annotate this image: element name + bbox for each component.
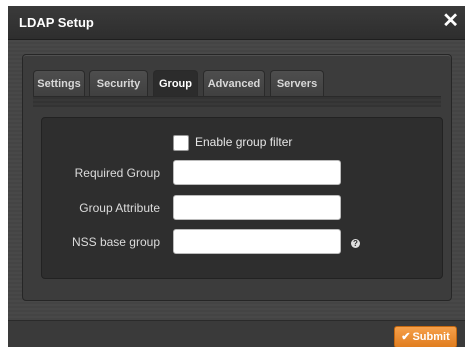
group-settings-pane: Enable group filter Required Group Group… [41, 117, 443, 279]
help-icon[interactable]: ? [351, 239, 360, 248]
tab-advanced[interactable]: Advanced [203, 70, 265, 96]
nss-base-group-label: NSS base group [71, 235, 160, 249]
tab-panel: Settings Security Group Advanced Servers… [22, 54, 452, 301]
dialog-body: Settings Security Group Advanced Servers… [8, 40, 465, 320]
close-icon[interactable]: ✕ [442, 10, 459, 32]
tab-divider [33, 96, 441, 107]
tab-servers[interactable]: Servers [270, 70, 324, 96]
submit-button[interactable]: ✔ Submit [394, 326, 457, 347]
nss-base-group-input[interactable] [173, 229, 341, 254]
tab-security[interactable]: Security [89, 70, 148, 96]
dialog-titlebar: LDAP Setup ✕ [8, 6, 465, 40]
submit-label: Submit [412, 331, 450, 343]
check-icon: ✔ [401, 331, 411, 343]
enable-group-filter-checkbox[interactable] [173, 135, 189, 151]
required-group-input[interactable] [173, 160, 341, 185]
dialog-title: LDAP Setup [19, 15, 94, 30]
tab-group[interactable]: Group [153, 70, 198, 97]
group-attribute-input[interactable] [173, 195, 341, 220]
tab-settings[interactable]: Settings [33, 70, 85, 96]
group-attribute-label: Group Attribute [79, 201, 160, 215]
ldap-setup-dialog: LDAP Setup ✕ Settings Security Group Adv… [8, 6, 465, 347]
enable-group-filter-label: Enable group filter [195, 135, 293, 149]
dialog-footer: ✔ Submit [8, 320, 465, 347]
required-group-label: Required Group [74, 166, 160, 180]
